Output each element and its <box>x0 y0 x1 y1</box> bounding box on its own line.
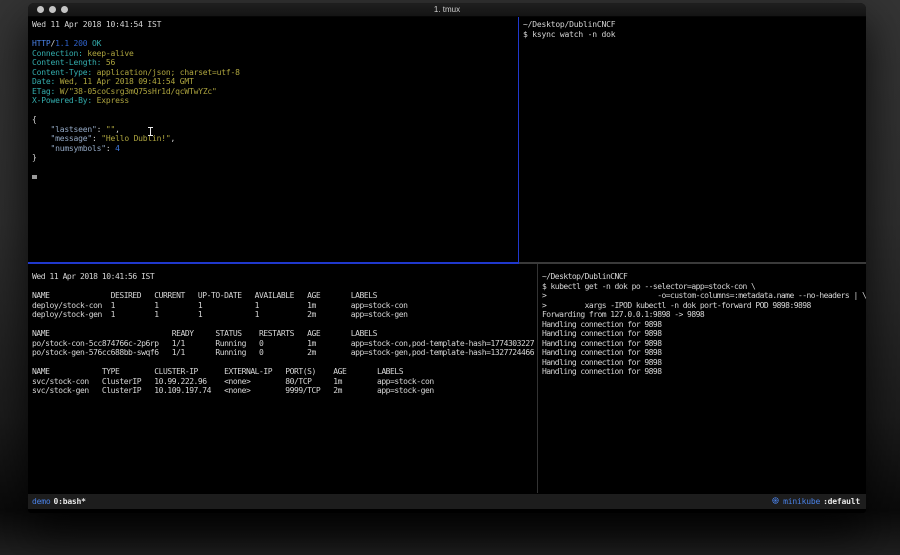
output-line: Handling connection for 9898 <box>542 329 866 339</box>
mouse-ibeam-cursor <box>150 127 151 136</box>
titlebar: 1. tmux <box>28 3 866 17</box>
output-line: Handling connection for 9898 <box>542 339 866 349</box>
json-line: "lastseen": "", <box>32 125 518 135</box>
pane-divider-vertical-top[interactable] <box>518 17 519 262</box>
json-open-brace: { <box>32 115 518 125</box>
table-row: po/stock-gen-576cc688bb-swqf6 1/1 Runnin… <box>32 348 537 358</box>
command-continuation-line: > -o=custom-columns=:metadata.name --no-… <box>542 291 866 301</box>
response-header: Content-Length: 56 <box>32 58 518 68</box>
response-header: X-Powered-By: Express <box>32 96 518 106</box>
deployments-table-header: NAME DESIRED CURRENT UP-TO-DATE AVAILABL… <box>32 291 537 301</box>
json-line: "numsymbols": 4 <box>32 144 518 154</box>
kube-namespace: :default <box>823 497 860 506</box>
response-header: Connection: keep-alive <box>32 49 518 59</box>
close-button[interactable] <box>37 6 44 13</box>
timestamp-line: Wed 11 Apr 2018 10:41:54 IST <box>32 20 518 30</box>
terminal-window: 1. tmux Wed 11 Apr 2018 10:41:54 IST HTT… <box>28 3 866 513</box>
timestamp-line: Wed 11 Apr 2018 10:41:56 IST <box>32 272 537 282</box>
response-header: ETag: W/"38-05coCsrg3mQ75sHr1d/qcWTwYZc" <box>32 87 518 97</box>
table-row: svc/stock-gen ClusterIP 10.109.197.74 <n… <box>32 386 537 396</box>
command-line: $ ksync watch -n dok <box>523 30 866 40</box>
response-header: Date: Wed, 11 Apr 2018 09:41:54 GMT <box>32 77 518 87</box>
status-left: demo 0:bash* <box>32 497 86 506</box>
pane-kubectl-resources[interactable]: Wed 11 Apr 2018 10:41:56 IST NAME DESIRE… <box>28 264 537 493</box>
zoom-button[interactable] <box>61 6 68 13</box>
http-reason: OK <box>92 39 101 48</box>
services-table-header: NAME TYPE CLUSTER-IP EXTERNAL-IP PORT(S)… <box>32 367 537 377</box>
kubernetes-wheel-icon <box>772 497 779 506</box>
blank-line <box>32 30 518 40</box>
blank-line <box>32 320 537 330</box>
cwd-line: ~/Desktop/DublinCNCF <box>542 272 866 282</box>
json-close-brace: } <box>32 153 518 163</box>
status-right: minikube:default <box>772 497 860 506</box>
table-row: po/stock-con-5cc874766c-2p6rp 1/1 Runnin… <box>32 339 537 349</box>
table-row: deploy/stock-con 1 1 1 1 1m app=stock-co… <box>32 301 537 311</box>
traffic-lights <box>37 6 68 13</box>
cwd-line: ~/Desktop/DublinCNCF <box>523 20 866 30</box>
blank-line <box>32 282 537 292</box>
table-row: deploy/stock-gen 1 1 1 1 2m app=stock-ge… <box>32 310 537 320</box>
json-line: "message": "Hello Dublin!", <box>32 134 518 144</box>
command-continuation-line: > xargs -IPOD kubectl -n dok port-forwar… <box>542 301 866 311</box>
pane-http-response[interactable]: Wed 11 Apr 2018 10:41:54 IST HTTP/1.1 20… <box>28 17 518 262</box>
kube-context: minikube <box>783 497 820 506</box>
pods-table-header: NAME READY STATUS RESTARTS AGE LABELS <box>32 329 537 339</box>
output-line: Handling connection for 9898 <box>542 358 866 368</box>
minimize-button[interactable] <box>49 6 56 13</box>
session-name: demo <box>32 497 50 506</box>
window-tab[interactable]: 0:bash* <box>53 497 85 506</box>
output-line: Handling connection for 9898 <box>542 367 866 377</box>
window-title: 1. tmux <box>28 3 866 16</box>
pane-ksync[interactable]: ~/Desktop/DublinCNCF $ ksync watch -n do… <box>519 17 866 262</box>
table-row: svc/stock-con ClusterIP 10.99.222.96 <no… <box>32 377 537 387</box>
blank-line <box>32 106 518 116</box>
tmux-pane-grid: Wed 11 Apr 2018 10:41:54 IST HTTP/1.1 20… <box>28 17 866 493</box>
tmux-status-bar: demo 0:bash* minikube:default <box>28 494 866 509</box>
desktop: 1. tmux Wed 11 Apr 2018 10:41:54 IST HTT… <box>0 0 900 555</box>
terminal-cursor <box>32 175 37 179</box>
pane-port-forward[interactable]: ~/Desktop/DublinCNCF $ kubectl get -n do… <box>538 264 866 493</box>
blank-line <box>32 358 537 368</box>
http-status-line: HTTP/1.1 200 OK <box>32 39 518 49</box>
command-line: $ kubectl get -n dok po --selector=app=s… <box>542 282 866 292</box>
http-code: 1.1 200 <box>55 39 92 48</box>
output-line: Handling connection for 9898 <box>542 320 866 330</box>
output-line: Handling connection for 9898 <box>542 348 866 358</box>
response-header: Content-Type: application/json; charset=… <box>32 68 518 78</box>
http-proto: HTTP <box>32 39 50 48</box>
terminal-cursor-line <box>32 172 518 182</box>
blank-line <box>32 163 518 173</box>
output-line: Forwarding from 127.0.0.1:9898 -> 9898 <box>542 310 866 320</box>
